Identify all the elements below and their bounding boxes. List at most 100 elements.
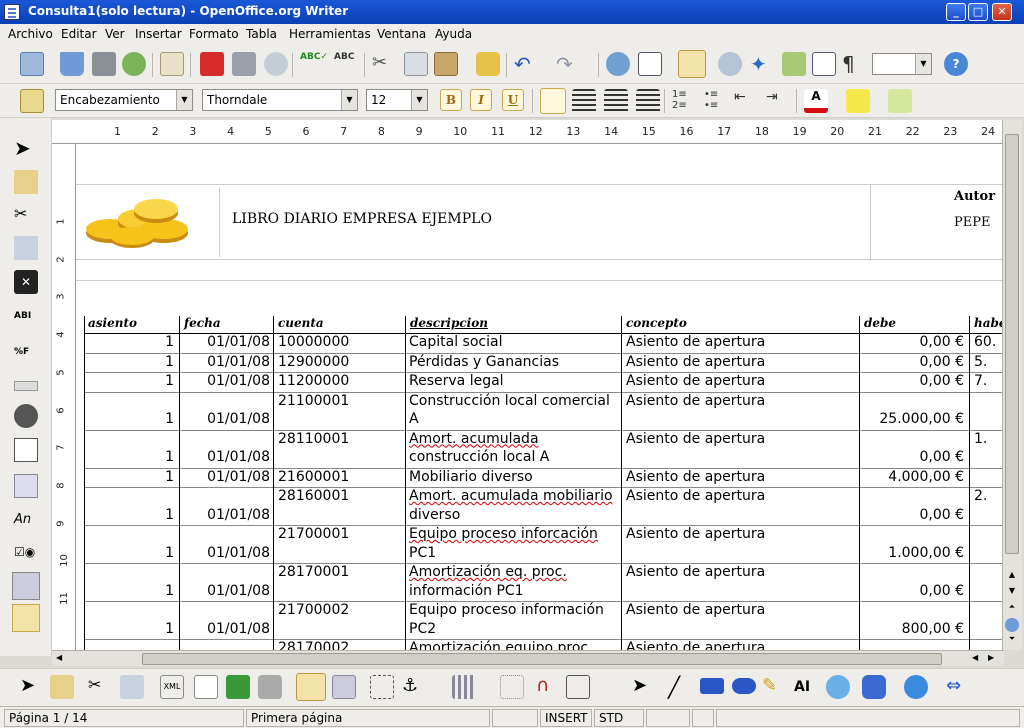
text-icon[interactable]: AI (794, 675, 818, 699)
signature-status[interactable] (692, 709, 714, 727)
bold-button[interactable]: B (440, 89, 462, 111)
cell-asiento[interactable]: 1 (84, 469, 174, 485)
cell-haber[interactable]: 7. (974, 373, 987, 389)
author-name[interactable]: PEPE (954, 215, 990, 230)
cell-concepto[interactable]: Asiento de apertura (626, 526, 765, 542)
cell-debe[interactable]: 0,00 € (860, 334, 964, 350)
modified-status[interactable] (646, 709, 690, 727)
cell-asiento[interactable]: 1 (84, 507, 174, 523)
cell-fecha[interactable]: 01/01/08 (180, 469, 270, 485)
cell-descripcion[interactable]: Amort. acumulada mobiliario (409, 488, 613, 504)
align-objects-icon[interactable] (452, 675, 476, 699)
snap-lines-icon[interactable] (566, 675, 590, 699)
copy-icon[interactable] (404, 52, 428, 76)
increase-indent-icon[interactable]: ⇥ (766, 89, 790, 113)
grid-icon[interactable] (500, 675, 524, 699)
menu-formato[interactable]: Formato (189, 27, 239, 41)
cell-cuenta[interactable]: 21700002 (278, 602, 349, 618)
vscroll-thumb[interactable] (1005, 134, 1019, 554)
cell-fecha[interactable]: 01/01/08 (180, 507, 270, 523)
selection-mode[interactable]: STD (594, 709, 644, 727)
form-controls-icon[interactable]: ✂ (88, 675, 112, 699)
autospellcheck-icon[interactable]: ABC (334, 52, 358, 76)
help-icon[interactable]: ? (944, 52, 968, 76)
cell-descripcion[interactable]: PC2 (409, 621, 436, 637)
cell-concepto[interactable]: Asiento de apertura (626, 564, 765, 580)
cell-descripcion[interactable]: diverso (409, 507, 460, 523)
cell-fecha[interactable]: 01/01/08 (180, 373, 270, 389)
cell-fecha[interactable]: 01/01/08 (180, 354, 270, 370)
controls-icon[interactable]: ✂ (14, 204, 38, 228)
table-icon[interactable] (638, 52, 662, 76)
cell-fecha[interactable]: 01/01/08 (180, 583, 270, 599)
cell-concepto[interactable]: Asiento de apertura (626, 354, 765, 370)
font-color-icon[interactable]: A (804, 89, 828, 113)
insert-mode[interactable]: INSERT (540, 709, 592, 727)
cell-descripcion[interactable]: Amortización eq. proc. (409, 564, 567, 580)
decrease-indent-icon[interactable]: ⇤ (734, 89, 758, 113)
italic-button[interactable]: I (470, 89, 492, 111)
wizards-icon[interactable] (12, 604, 40, 632)
paste-icon[interactable] (434, 52, 458, 76)
menu-herramientas[interactable]: Herramientas (289, 27, 371, 41)
frame-icon[interactable] (370, 675, 394, 699)
label-field-icon[interactable]: An (14, 508, 38, 532)
cell-cuenta[interactable]: 28170002 (278, 640, 349, 650)
cell-debe[interactable]: 0,00 € (860, 449, 964, 465)
cell-debe[interactable]: 800,00 € (860, 621, 964, 637)
menu-insertar[interactable]: Insertar (135, 27, 182, 41)
cell-haber[interactable]: 1. (974, 431, 987, 447)
cell-debe[interactable]: 25.000,00 € (860, 411, 964, 427)
cell-descripcion[interactable]: construcción local A (409, 449, 549, 465)
vertical-scrollbar[interactable]: ▲ ▼ ⏶ ⏷ (1002, 120, 1022, 650)
maximize-button[interactable]: □ (968, 3, 988, 21)
cell-cuenta[interactable]: 10000000 (278, 334, 349, 350)
rectangle-icon[interactable] (700, 678, 724, 694)
edit-mode-icon[interactable] (160, 52, 184, 76)
cell-asiento[interactable]: 1 (84, 621, 174, 637)
new-document-icon[interactable] (20, 52, 44, 76)
form-design-icon[interactable] (14, 236, 38, 260)
tab-order-icon[interactable] (194, 675, 218, 699)
cell-haber[interactable]: 2. (974, 488, 987, 504)
form-props-icon[interactable] (120, 675, 144, 699)
basic-shapes-icon[interactable] (862, 675, 886, 699)
highlighting-icon[interactable] (846, 89, 870, 113)
cell-concepto[interactable]: Asiento de apertura (626, 431, 765, 447)
line-icon[interactable]: ╱ (668, 675, 692, 699)
draw-line-icon[interactable] (14, 170, 38, 194)
cell-concepto[interactable]: Asiento de apertura (626, 334, 765, 350)
anchor-icon[interactable]: ⚓ (402, 675, 426, 699)
push-button-icon[interactable] (14, 381, 38, 391)
page-indicator[interactable]: Página 1 / 14 (4, 709, 244, 727)
formatting-marks-icon[interactable]: ¶ (842, 52, 866, 76)
cell-cuenta[interactable]: 11200000 (278, 373, 349, 389)
cell-concepto[interactable]: Asiento de apertura (626, 393, 765, 409)
cell-asiento[interactable]: 1 (84, 583, 174, 599)
scroll-up-icon[interactable]: ▲ (1005, 570, 1019, 584)
open-design-icon[interactable] (296, 673, 326, 701)
document-title[interactable]: LIBRO DIARIO EMPRESA EJEMPLO (232, 211, 492, 227)
option-button-icon[interactable] (14, 404, 38, 428)
clone-format-icon[interactable] (476, 52, 500, 76)
hscroll-thumb[interactable] (142, 653, 942, 665)
check-box-icon[interactable]: ☑◉ (14, 540, 38, 564)
cell-concepto[interactable]: Asiento de apertura (626, 640, 765, 650)
cell-debe[interactable]: 0,00 € (860, 373, 964, 389)
export-pdf-icon[interactable] (200, 52, 224, 76)
cell-cuenta[interactable]: 28160001 (278, 488, 349, 504)
align-center-icon[interactable] (572, 89, 596, 113)
cell-descripcion[interactable]: A (409, 411, 419, 427)
redo-icon[interactable]: ↷ (556, 52, 580, 76)
block-arrows-icon[interactable]: ⇔ (946, 675, 970, 699)
save-icon[interactable] (92, 52, 116, 76)
cell-cuenta[interactable]: 21100001 (278, 393, 349, 409)
print-icon[interactable] (232, 52, 256, 76)
menu-archivo[interactable]: Archivo (8, 27, 53, 41)
find-replace-icon[interactable] (718, 52, 742, 76)
justify-icon[interactable] (636, 89, 660, 113)
scroll-right-icon[interactable]: ▶ (988, 653, 994, 662)
scroll-down-icon[interactable]: ▼ (1005, 586, 1019, 600)
underline-button[interactable]: U (502, 89, 524, 111)
cell-descripcion[interactable]: Equipo proceso información (409, 602, 604, 618)
